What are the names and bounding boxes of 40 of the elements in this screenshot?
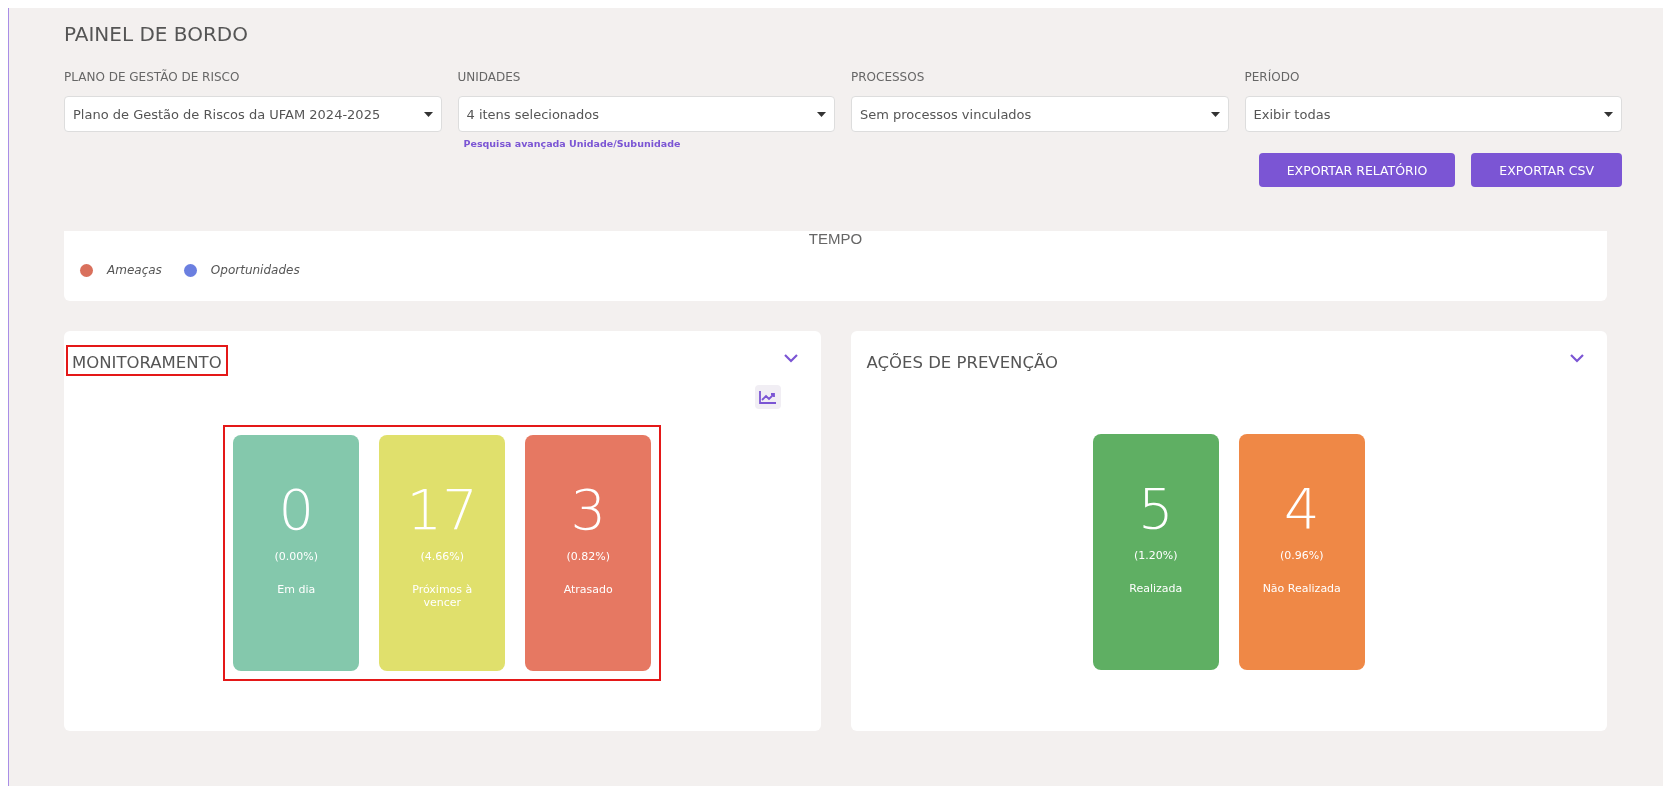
stat-value: 3 (570, 478, 607, 541)
legend-label: Ameaças (107, 263, 162, 277)
caret-icon (1210, 111, 1220, 117)
stat-percent: (1.20%) (1134, 549, 1178, 563)
chevron-down-icon[interactable] (1569, 353, 1585, 363)
stat-label: Não Realizada (1261, 582, 1342, 596)
filter-label: PLANO DE GESTÃO DE RISCO (64, 70, 240, 84)
export-button[interactable]: EXPORTAR CSV (1471, 153, 1622, 187)
stat-percent: (0.00%) (274, 550, 318, 564)
export-button[interactable]: EXPORTAR RELATÓRIO (1258, 153, 1456, 187)
advanced-search-link[interactable]: Pesquisa avançada Unidade/Subunidade (463, 138, 681, 149)
stat-label: Realizada (1128, 582, 1184, 596)
stat-value: 0 (278, 478, 315, 541)
caret-icon (423, 111, 433, 117)
panel-title: AÇÕES DE PREVENÇÃO (866, 352, 1059, 372)
legend-label: Oportunidades (210, 263, 300, 277)
stat-percent: (0.96%) (1280, 549, 1324, 563)
dropdown-field[interactable]: 4 itens selecionados (457, 96, 835, 132)
stat-value: 4 (1283, 477, 1320, 540)
filter-label: PERÍODO (1244, 70, 1300, 84)
stat-percent: (0.82%) (566, 550, 610, 564)
stat-value: 17 (406, 478, 478, 541)
stat-percent: (4.66%) (420, 550, 464, 564)
stat-value: 5 (1137, 477, 1174, 540)
filter-label: PROCESSOS (851, 70, 925, 84)
stat-label: Atrasado (562, 583, 614, 597)
dropdown-field[interactable]: Exibir todas (1244, 96, 1622, 132)
caret-icon (1604, 111, 1613, 117)
chevron-down-icon[interactable] (782, 353, 799, 363)
stat-label: Em dia (276, 583, 317, 597)
chart-button[interactable] (754, 385, 781, 409)
dropdown-field[interactable]: Plano de Gestão de Riscos da UFAM 2024-2025 (64, 96, 442, 132)
line-chart-icon (758, 390, 777, 404)
axis-title: TEMPO (808, 231, 863, 246)
caret-icon (817, 111, 826, 117)
page-title: PAINEL DE BORDO (64, 22, 248, 46)
panel-title: MONITORAMENTO (68, 347, 226, 374)
dropdown-field[interactable]: Sem processos vinculados (851, 96, 1229, 132)
stat-label: Próximos à vencer (411, 583, 474, 610)
filter-label: UNIDADES (457, 70, 521, 84)
